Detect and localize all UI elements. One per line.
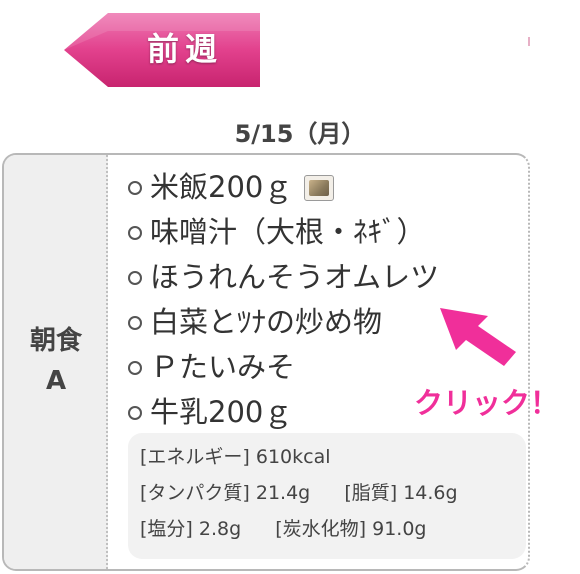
menu-list: 米飯200ｇ 味噌汁（大根・ﾈｷﾞ） ほうれんそうオムレツ 白菜とﾂﾅの炒め物 … (128, 165, 439, 435)
menu-item-text: ほうれんそうオムレツ (150, 260, 440, 294)
bullet-icon (128, 360, 142, 375)
energy-label: [エネルギー] (140, 446, 250, 468)
menu-item: 米飯200ｇ (128, 165, 439, 210)
bullet-icon (128, 225, 142, 240)
meal-variant: A (45, 366, 67, 396)
nutrition-box: [エネルギー] 610kcal [タンパク質] 21.4g [脂質] 14.6g… (128, 433, 526, 559)
protein-label: [タンパク質] (140, 482, 250, 504)
energy-value: 610kcal (255, 446, 331, 468)
menu-item: 味噌汁（大根・ﾈｷﾞ） (128, 210, 439, 255)
date-heading: 5/15（月） (234, 120, 366, 148)
carb-value: 91.0g (372, 518, 427, 540)
pointer-arrow-icon (440, 308, 516, 366)
photo-icon[interactable] (304, 174, 335, 201)
meal-header-cell: 朝食 A (4, 155, 108, 569)
nutrition-row: [タンパク質] 21.4g [脂質] 14.6g (140, 475, 514, 511)
bullet-icon (128, 405, 142, 420)
menu-item: 牛乳200ｇ (128, 390, 439, 435)
menu-item-text: 味噌汁（大根・ﾈｷﾞ） (150, 215, 426, 249)
prev-week-label: 前週 (146, 30, 223, 68)
meal-label: 朝食 A (4, 321, 108, 401)
fat-label: [脂質] (344, 482, 398, 504)
nutrition-row: [エネルギー] 610kcal (140, 439, 514, 475)
meal-name: 朝食 (29, 326, 82, 356)
bullet-icon (128, 180, 142, 195)
prev-week-button[interactable]: 前週 (64, 11, 260, 89)
menu-item-text: 白菜とﾂﾅの炒め物 (150, 305, 383, 339)
salt-label: [塩分] (140, 518, 193, 540)
menu-item: 白菜とﾂﾅの炒め物 (128, 300, 439, 345)
menu-item-text: Ｐたいみそ (150, 350, 296, 384)
nutrition-row: [塩分] 2.8g [炭水化物] 91.0g (140, 511, 514, 547)
menu-item: Ｐたいみそ (128, 345, 439, 390)
click-hint: クリック！ (414, 386, 560, 420)
bullet-icon (128, 270, 142, 285)
menu-item-text: 牛乳200ｇ (150, 395, 293, 429)
menu-item-text: 米飯200ｇ (150, 170, 293, 204)
carb-label: [炭水化物] (275, 518, 367, 540)
protein-value: 21.4g (255, 482, 311, 504)
fat-value: 14.6g (403, 482, 458, 504)
corner-mark (528, 37, 530, 46)
bullet-icon (128, 315, 142, 330)
salt-value: 2.8g (198, 518, 242, 540)
menu-item: ほうれんそうオムレツ (128, 255, 439, 300)
